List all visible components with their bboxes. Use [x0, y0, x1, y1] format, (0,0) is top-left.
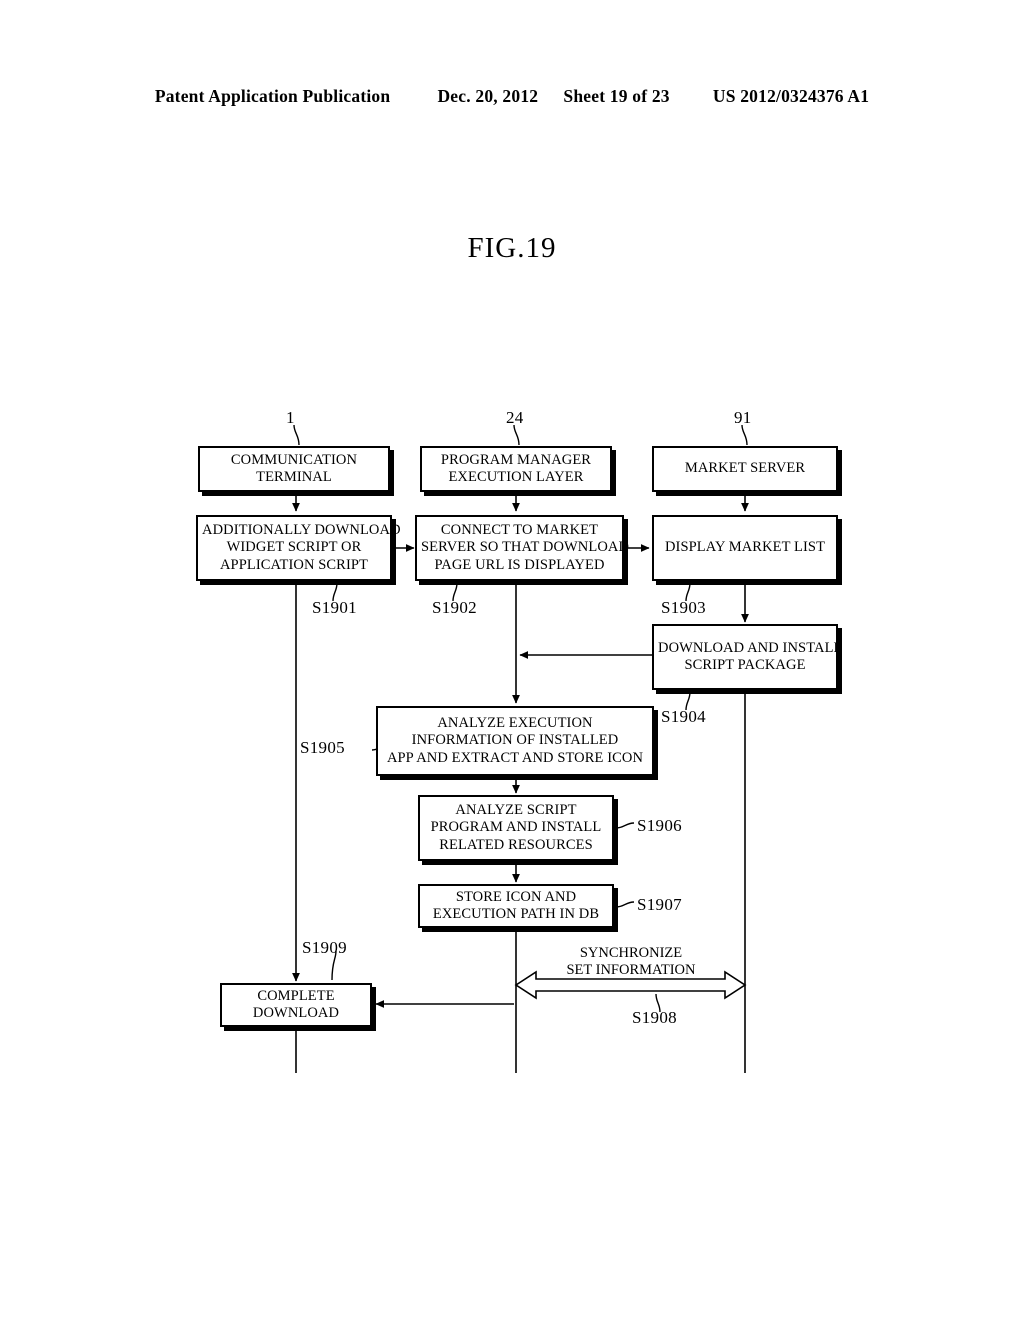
s1909-line-2: DOWNLOAD [252, 1005, 340, 1021]
step-label-s1904: S1904 [661, 707, 706, 726]
s1906-line-2: PROGRAM AND INSTALL [430, 819, 602, 836]
s1903-line-1: DISPLAY MARKET LIST [664, 539, 826, 556]
lane-market-line-1: MARKET SERVER [684, 460, 806, 477]
s1909-line-1: COMPLETE [257, 987, 335, 1004]
step-label-s1905: S1905 [300, 738, 345, 757]
s1902-line-2: SERVER SO THAT DOWNLOAD [421, 539, 630, 556]
lane-pmlayer-line-2: EXECUTION LAYER [448, 469, 584, 485]
step-label-s1909: S1909 [302, 938, 347, 957]
leader-s1907 [615, 901, 635, 908]
reference-numeral-pmlayer: 24 [506, 408, 524, 427]
leader-s1906 [615, 822, 635, 829]
s1907-line-1: STORE ICON AND [455, 888, 577, 905]
s1901-line-2: WIDGET SCRIPT OR [226, 539, 362, 556]
s1907-line-2: EXECUTION PATH IN DB [432, 906, 600, 922]
leader-ref-91 [741, 424, 748, 446]
lane-pmlayer-line-1: PROGRAM MANAGER [440, 451, 592, 468]
s1906-line-3: RELATED RESOURCES [439, 836, 593, 853]
sync-label-line-1: SYNCHRONIZE [579, 945, 683, 961]
s1902-line-3: PAGE URL IS DISPLAYED [434, 556, 605, 573]
process-box-s1904: DOWNLOAD AND INSTALL SCRIPT PACKAGE [652, 624, 843, 690]
s1901-line-1: ADDITIONALLY DOWNLOAD [202, 522, 401, 539]
step-label-s1902: S1902 [432, 598, 477, 617]
process-box-s1909: COMPLETE DOWNLOAD [220, 983, 372, 1027]
lane-terminal-line-1: COMMUNICATION [230, 451, 358, 468]
s1902-line-1: CONNECT TO MARKET [440, 522, 599, 539]
leader-ref-1 [293, 424, 300, 446]
process-box-s1906: ANALYZE SCRIPT PROGRAM AND INSTALL RELAT… [418, 795, 614, 861]
process-box-s1905: ANALYZE EXECUTION INFORMATION OF INSTALL… [376, 706, 654, 776]
s1905-line-2: INFORMATION OF INSTALLED [411, 732, 619, 749]
flowchart-diagram: 1 24 91 COMMUNICATION TERMINAL PROGRAM M… [0, 0, 1024, 1320]
process-box-s1907: STORE ICON AND EXECUTION PATH IN DB [418, 884, 614, 928]
s1904-line-1: DOWNLOAD AND INSTALL [658, 639, 843, 656]
step-label-s1908: S1908 [632, 1008, 677, 1027]
process-box-s1903: DISPLAY MARKET LIST [652, 515, 838, 581]
sync-label-line-2: SET INFORMATION [566, 962, 696, 979]
lane-box-program-manager-execution-layer: PROGRAM MANAGER EXECUTION LAYER [420, 446, 612, 492]
s1906-line-1: ANALYZE SCRIPT [455, 802, 577, 819]
lane-terminal-line-2: TERMINAL [256, 469, 332, 485]
s1905-line-3: APP AND EXTRACT AND STORE ICON [386, 749, 644, 766]
step-label-s1901: S1901 [312, 598, 357, 617]
s1905-line-1: ANALYZE EXECUTION [437, 715, 593, 732]
leader-ref-24 [513, 424, 520, 446]
s1901-line-3: APPLICATION SCRIPT [219, 556, 369, 573]
process-box-s1902: CONNECT TO MARKET SERVER SO THAT DOWNLOA… [415, 515, 630, 581]
reference-numeral-terminal: 1 [286, 408, 295, 427]
step-label-s1903: S1903 [661, 598, 706, 617]
s1904-line-2: SCRIPT PACKAGE [684, 657, 806, 673]
sync-arrow-label: SYNCHRONIZE SET INFORMATION [516, 945, 746, 979]
lane-box-market-server: MARKET SERVER [652, 446, 838, 492]
step-label-s1907: S1907 [637, 895, 682, 914]
reference-numeral-market: 91 [734, 408, 752, 427]
diagram-vector-layer [292, 424, 749, 1073]
step-label-s1906: S1906 [637, 816, 682, 835]
process-box-s1901: ADDITIONALLY DOWNLOAD WIDGET SCRIPT OR A… [196, 515, 401, 581]
lane-box-communication-terminal: COMMUNICATION TERMINAL [198, 446, 390, 492]
